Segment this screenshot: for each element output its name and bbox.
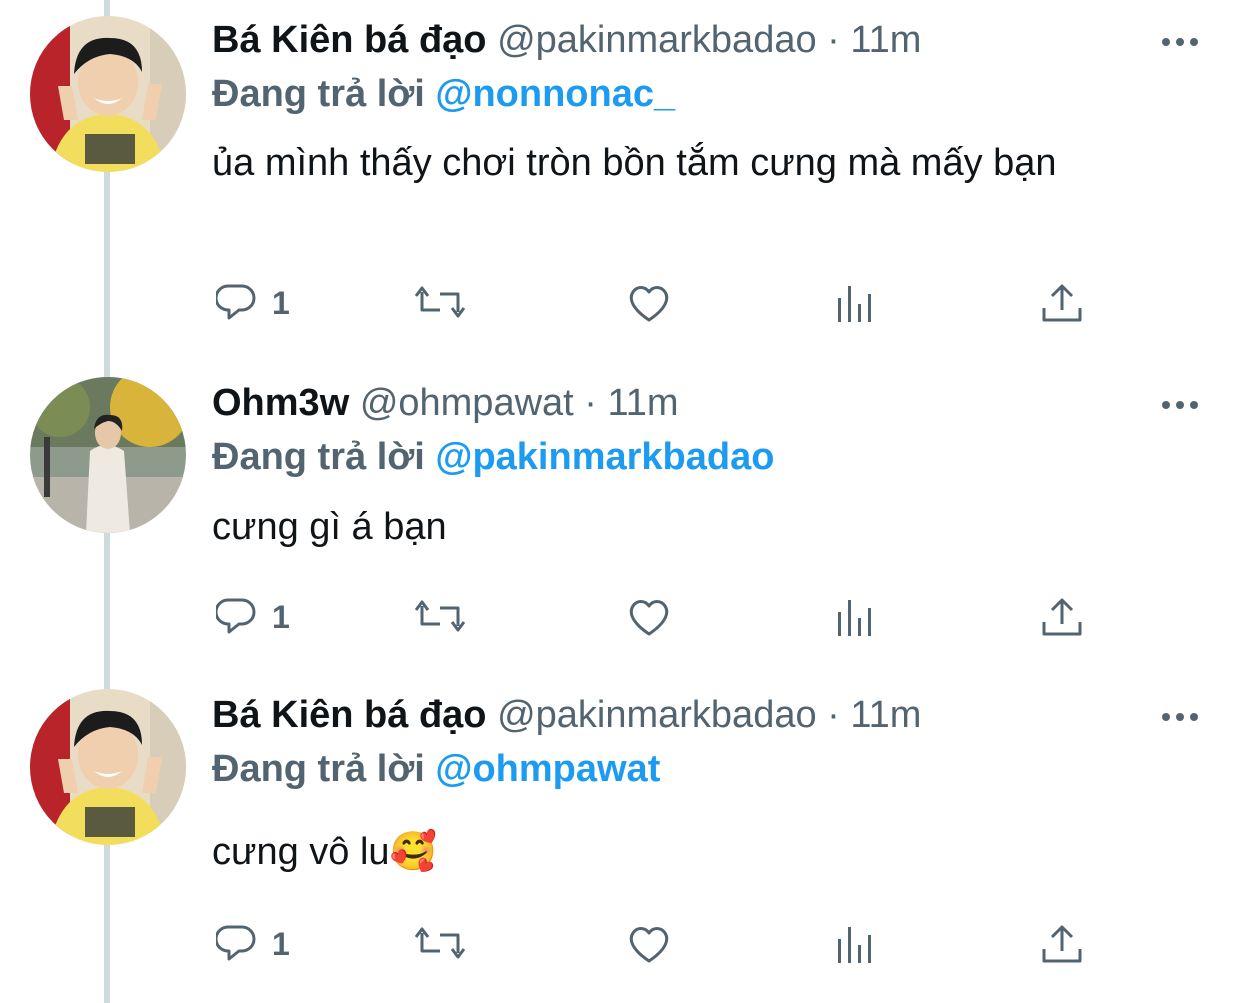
retweet-icon	[414, 596, 468, 638]
share-button[interactable]	[1042, 592, 1084, 642]
reply-button[interactable]: 1	[216, 278, 290, 328]
analytics-button[interactable]	[836, 278, 876, 328]
share-button[interactable]	[1042, 919, 1084, 969]
more-icon[interactable]	[1160, 395, 1200, 415]
reply-count: 1	[272, 284, 290, 321]
tweet-header: Bá Kiên bá đạo @pakinmarkbadao · 11m	[212, 18, 921, 62]
display-name[interactable]: Bá Kiên bá đạo	[212, 19, 487, 61]
replying-to: Đang trả lời @ohmpawat	[212, 745, 660, 793]
share-icon	[1042, 923, 1084, 965]
reply-count: 1	[272, 598, 290, 635]
share-button[interactable]	[1042, 278, 1084, 328]
tweet-header: Bá Kiên bá đạo @pakinmarkbadao · 11m	[212, 693, 921, 737]
reply-count: 1	[272, 925, 290, 962]
reply-button[interactable]: 1	[216, 592, 290, 642]
reply-prefix: Đang trả lời	[212, 748, 425, 790]
tweet[interactable]: Bá Kiên bá đạo @pakinmarkbadao · 11m Đan…	[0, 675, 1242, 1003]
analytics-icon	[836, 596, 876, 638]
more-icon[interactable]	[1160, 32, 1200, 52]
like-icon	[626, 596, 672, 638]
tweet-text: cưng vô lu🥰	[212, 831, 437, 873]
tweet-actions: 1	[212, 278, 1092, 328]
reply-prefix: Đang trả lời	[212, 436, 425, 478]
reply-to-handle[interactable]: @pakinmarkbadao	[435, 436, 774, 478]
handle-time[interactable]: @pakinmarkbadao · 11m	[497, 694, 921, 736]
tweet-actions: 1	[212, 592, 1092, 642]
retweet-button[interactable]	[414, 592, 468, 642]
tweet[interactable]: Ohm3w @ohmpawat · 11m Đang trả lời @paki…	[0, 363, 1242, 673]
tweet-text: ủa mình thấy chơi tròn bồn tắm cưng mà m…	[212, 142, 1057, 184]
like-button[interactable]	[626, 278, 672, 328]
analytics-icon	[836, 282, 876, 324]
tweet-actions: 1	[212, 919, 1092, 969]
replying-to: Đang trả lời @nonnonac_	[212, 70, 675, 118]
retweet-icon	[414, 923, 468, 965]
avatar[interactable]	[30, 377, 186, 533]
reply-prefix: Đang trả lời	[212, 73, 425, 115]
retweet-icon	[414, 282, 468, 324]
analytics-button[interactable]	[836, 592, 876, 642]
retweet-button[interactable]	[414, 278, 468, 328]
tweet-text: cưng gì á bạn	[212, 506, 447, 548]
reply-icon	[216, 596, 262, 638]
replying-to: Đang trả lời @pakinmarkbadao	[212, 433, 774, 481]
avatar[interactable]	[30, 16, 186, 172]
reply-icon	[216, 923, 262, 965]
retweet-button[interactable]	[414, 919, 468, 969]
tweet[interactable]: Bá Kiên bá đạo @pakinmarkbadao · 11m Đan…	[0, 0, 1242, 360]
handle-time[interactable]: @ohmpawat · 11m	[360, 382, 679, 424]
tweet-header: Ohm3w @ohmpawat · 11m	[212, 381, 679, 425]
analytics-icon	[836, 923, 876, 965]
handle-time[interactable]: @pakinmarkbadao · 11m	[497, 19, 921, 61]
like-icon	[626, 923, 672, 965]
avatar[interactable]	[30, 689, 186, 845]
reply-icon	[216, 282, 262, 324]
like-button[interactable]	[626, 919, 672, 969]
reply-button[interactable]: 1	[216, 919, 290, 969]
analytics-button[interactable]	[836, 919, 876, 969]
reply-to-handle[interactable]: @ohmpawat	[435, 748, 660, 790]
display-name[interactable]: Ohm3w	[212, 382, 349, 424]
reply-to-handle[interactable]: @nonnonac_	[435, 73, 675, 115]
more-icon[interactable]	[1160, 707, 1200, 727]
share-icon	[1042, 282, 1084, 324]
like-button[interactable]	[626, 592, 672, 642]
share-icon	[1042, 596, 1084, 638]
display-name[interactable]: Bá Kiên bá đạo	[212, 694, 487, 736]
like-icon	[626, 282, 672, 324]
